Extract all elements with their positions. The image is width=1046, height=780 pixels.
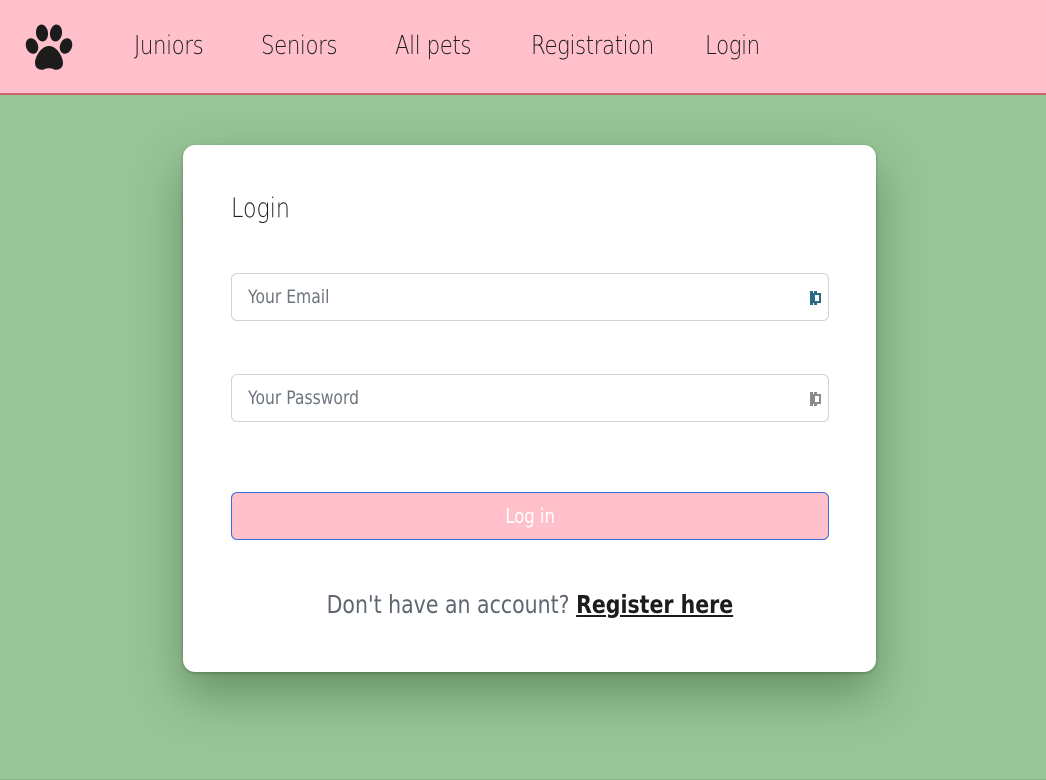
nav-link-juniors[interactable]: Juniors <box>134 28 204 64</box>
password-input[interactable] <box>232 375 772 421</box>
nav-link-login[interactable]: Login <box>705 28 760 64</box>
nav-link-seniors[interactable]: Seniors <box>261 28 338 64</box>
email-input[interactable] <box>232 274 772 320</box>
login-title: Login <box>231 193 290 224</box>
login-card: Login Your Email Your Password Log in Do… <box>183 145 876 672</box>
password-manager-icon[interactable] <box>810 290 822 305</box>
nav-link-all-pets[interactable]: All pets <box>395 28 471 64</box>
register-prompt: Don't have an account? <box>326 590 570 619</box>
paw-icon[interactable] <box>23 24 75 72</box>
password-field[interactable]: Your Password <box>231 374 829 422</box>
nav-link-registration[interactable]: Registration <box>531 28 654 64</box>
email-field[interactable]: Your Email <box>231 273 829 321</box>
register-link[interactable]: Register here <box>576 590 733 619</box>
password-manager-icon[interactable] <box>810 391 822 406</box>
navbar: Juniors Seniors All pets Registration Lo… <box>0 0 1046 95</box>
register-prompt-line: Don't have an account? Register here <box>183 587 876 623</box>
login-button-label: Log in <box>505 504 555 528</box>
login-button[interactable]: Log in <box>231 492 829 540</box>
